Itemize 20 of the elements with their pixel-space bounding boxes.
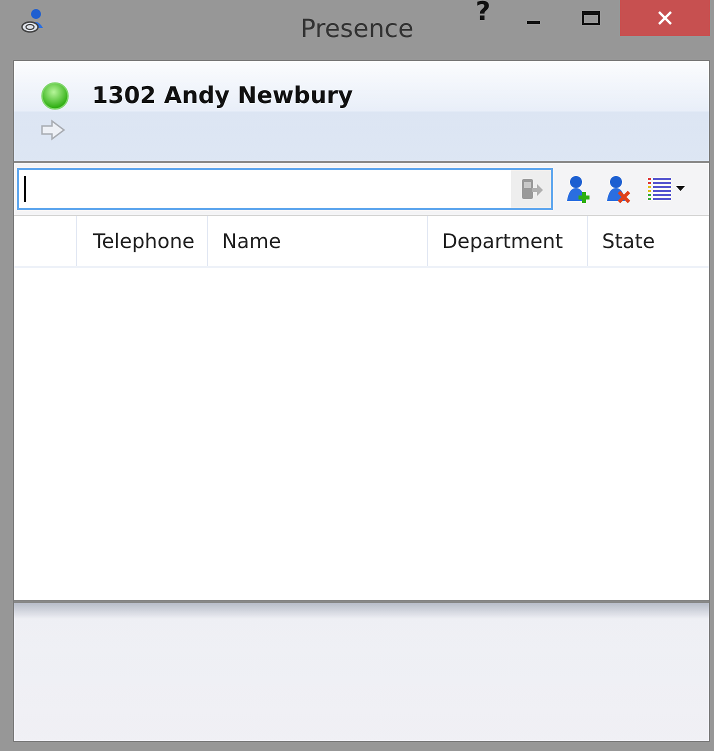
- minimize-icon: [526, 20, 540, 24]
- help-button[interactable]: ?: [462, 0, 504, 30]
- user-name: 1302 Andy Newbury: [92, 83, 353, 109]
- columns-menu-button[interactable]: [647, 176, 685, 202]
- text-cursor: [24, 176, 26, 202]
- remove-contact-icon[interactable]: [605, 174, 633, 204]
- window-title: Presence: [300, 14, 414, 43]
- forward-arrow-icon[interactable]: [40, 119, 66, 141]
- status-dot-icon: [40, 81, 70, 111]
- column-header[interactable]: Name: [208, 216, 428, 266]
- column-header[interactable]: Department: [428, 216, 588, 266]
- search-field[interactable]: [17, 168, 553, 210]
- dropdown-caret-icon: [676, 186, 685, 192]
- close-icon: [658, 11, 672, 25]
- column-header[interactable]: State: [588, 216, 709, 266]
- maximize-icon: [582, 11, 600, 25]
- dial-button[interactable]: [511, 170, 551, 208]
- close-button[interactable]: [620, 0, 710, 36]
- column-header[interactable]: Telephone: [77, 216, 208, 266]
- column-list-icon: [647, 176, 673, 202]
